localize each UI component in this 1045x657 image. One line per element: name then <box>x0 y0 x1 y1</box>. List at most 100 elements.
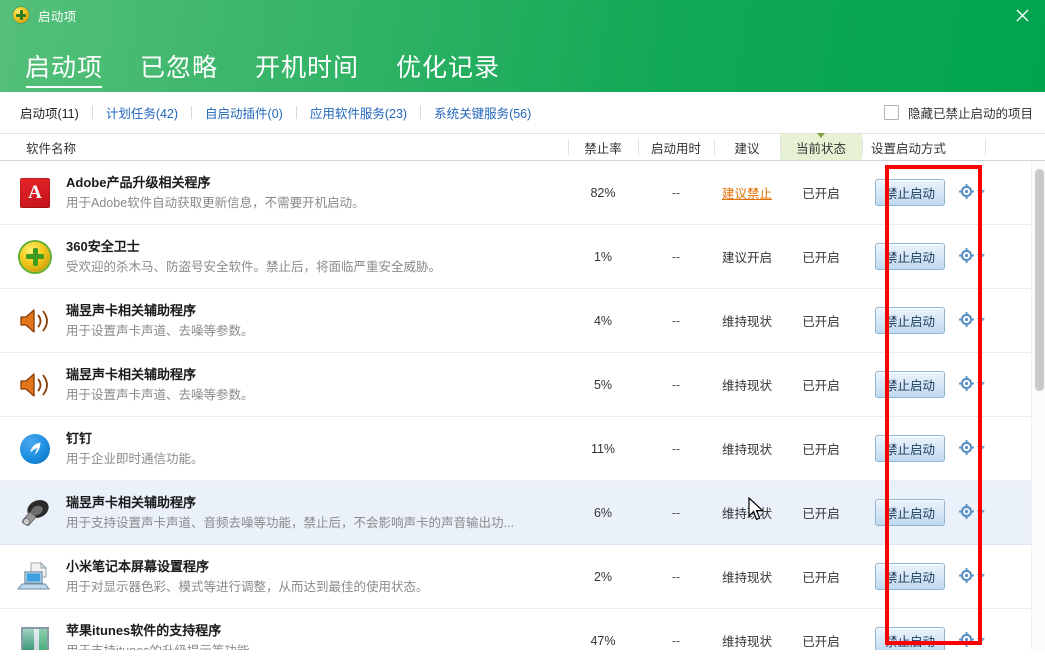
cell-software-name: 苹果itunes软件的支持程序用于支持itunes的升级提示等功能。 <box>0 621 568 651</box>
tab-startup-items[interactable]: 启动项 <box>25 56 103 92</box>
speaker-orange-icon <box>14 365 56 405</box>
cell-set-startup-mode: 禁止启动 <box>862 499 985 526</box>
software-description: 用于设置声卡声道、去噪等参数。 <box>66 386 254 404</box>
gear-icon[interactable] <box>959 504 974 522</box>
row-options-menu[interactable] <box>959 568 985 586</box>
ban-startup-button[interactable]: 禁止启动 <box>875 243 945 270</box>
table-header: 软件名称 禁止率 启动用时 建议 当前状态 设置启动方式 <box>0 133 1045 161</box>
row-options-menu[interactable] <box>959 632 985 650</box>
cell-software-name: 瑞昱声卡相关辅助程序用于设置声卡声道、去噪等参数。 <box>0 365 568 405</box>
subtab-app-services[interactable]: 应用软件服务(23) <box>297 103 420 122</box>
cell-current-status: 已开启 <box>780 183 862 202</box>
software-title: Adobe产品升级相关程序 <box>66 174 365 191</box>
column-header-status[interactable]: 当前状态 <box>780 134 862 160</box>
adobe-icon: A <box>14 173 56 213</box>
chevron-down-icon[interactable] <box>977 254 985 259</box>
software-title: 钉钉 <box>66 430 204 447</box>
ban-startup-button[interactable]: 禁止启动 <box>875 307 945 334</box>
main-tab-bar: 启动项 已忽略 开机时间 优化记录 <box>0 30 1045 92</box>
gear-icon[interactable] <box>959 184 974 202</box>
gear-icon[interactable] <box>959 376 974 394</box>
row-options-menu[interactable] <box>959 312 985 330</box>
gear-icon[interactable] <box>959 440 974 458</box>
ban-startup-button[interactable]: 禁止启动 <box>875 371 945 398</box>
column-header-start-time[interactable]: 启动用时 <box>638 134 714 160</box>
cell-current-status: 已开启 <box>780 503 862 522</box>
row-options-menu[interactable] <box>959 248 985 266</box>
subtab-autostart-plugins[interactable]: 自启动插件(0) <box>192 103 296 122</box>
gear-icon[interactable] <box>959 632 974 650</box>
ban-startup-button[interactable]: 禁止启动 <box>875 435 945 462</box>
column-header-ban-rate[interactable]: 禁止率 <box>568 134 638 160</box>
cell-ban-rate: 2% <box>568 570 638 584</box>
table-row[interactable]: 钉钉用于企业即时通信功能。11%--维持现状已开启禁止启动 <box>0 417 1045 481</box>
table-row[interactable]: 苹果itunes软件的支持程序用于支持itunes的升级提示等功能。47%--维… <box>0 609 1045 650</box>
tab-optimize-log[interactable]: 优化记录 <box>396 56 500 92</box>
sub-tab-bar: 启动项(11) 计划任务(42) 自启动插件(0) 应用软件服务(23) 系统关… <box>0 92 1045 133</box>
cell-advice[interactable]: 建议禁止 <box>714 183 780 202</box>
table-row[interactable]: 瑞昱声卡相关辅助程序用于设置声卡声道、去噪等参数。4%--维持现状已开启禁止启动 <box>0 289 1045 353</box>
column-header-advice[interactable]: 建议 <box>714 134 780 160</box>
tab-ignored[interactable]: 已忽略 <box>140 56 218 92</box>
software-title: 苹果itunes软件的支持程序 <box>66 622 262 639</box>
chevron-down-icon[interactable] <box>977 318 985 323</box>
row-options-menu[interactable] <box>959 440 985 458</box>
cell-current-status: 已开启 <box>780 311 862 330</box>
table-row[interactable]: 360安全卫士受欢迎的杀木马、防盗号安全软件。禁止后，将面临严重安全威胁。1%-… <box>0 225 1045 289</box>
ban-startup-button[interactable]: 禁止启动 <box>875 179 945 206</box>
chevron-down-icon[interactable] <box>977 446 985 451</box>
cell-current-status: 已开启 <box>780 375 862 394</box>
chevron-down-icon[interactable] <box>977 574 985 579</box>
chevron-down-icon[interactable] <box>977 510 985 515</box>
cell-advice: 维持现状 <box>714 567 780 586</box>
window-header: 启动项 启动项 已忽略 开机时间 优化记录 <box>0 0 1045 92</box>
gear-icon[interactable] <box>959 312 974 330</box>
subtab-startup-items[interactable]: 启动项(11) <box>18 103 92 122</box>
scrollbar-thumb[interactable] <box>1035 169 1044 391</box>
hide-disabled-checkbox[interactable] <box>884 105 899 120</box>
vertical-scrollbar[interactable] <box>1031 161 1045 650</box>
hide-disabled-toggle[interactable]: 隐藏已禁止启动的项目 <box>884 103 1033 122</box>
cell-set-startup-mode: 禁止启动 <box>862 307 985 334</box>
cell-start-time: -- <box>638 378 714 392</box>
software-title: 小米笔记本屏幕设置程序 <box>66 558 429 575</box>
software-description: 用于企业即时通信功能。 <box>66 450 204 468</box>
cell-start-time: -- <box>638 250 714 264</box>
ban-startup-button[interactable]: 禁止启动 <box>875 627 945 650</box>
subtab-scheduled-tasks[interactable]: 计划任务(42) <box>93 103 191 122</box>
cell-start-time: -- <box>638 570 714 584</box>
chevron-down-icon[interactable] <box>977 190 985 195</box>
tab-boot-time[interactable]: 开机时间 <box>255 56 359 92</box>
cell-ban-rate: 82% <box>568 186 638 200</box>
app-logo-icon <box>13 7 29 23</box>
software-title: 360安全卫士 <box>66 238 441 255</box>
table-row[interactable]: 小米笔记本屏幕设置程序用于对显示器色彩、模式等进行调整，从而达到最佳的使用状态。… <box>0 545 1045 609</box>
subtab-system-services[interactable]: 系统关键服务(56) <box>421 103 544 122</box>
row-options-menu[interactable] <box>959 376 985 394</box>
software-description: 用于对显示器色彩、模式等进行调整，从而达到最佳的使用状态。 <box>66 578 429 596</box>
row-options-menu[interactable] <box>959 184 985 202</box>
cell-software-name: 小米笔记本屏幕设置程序用于对显示器色彩、模式等进行调整，从而达到最佳的使用状态。 <box>0 557 568 597</box>
cell-start-time: -- <box>638 506 714 520</box>
close-icon[interactable] <box>999 0 1045 30</box>
cell-set-startup-mode: 禁止启动 <box>862 563 985 590</box>
table-row[interactable]: 瑞昱声卡相关辅助程序用于设置声卡声道、去噪等参数。5%--维持现状已开启禁止启动 <box>0 353 1045 417</box>
ban-startup-button[interactable]: 禁止启动 <box>875 563 945 590</box>
table-row[interactable]: A Adobe产品升级相关程序用于Adobe软件自动获取更新信息，不需要开机启动。… <box>0 161 1045 225</box>
software-text-block: Adobe产品升级相关程序用于Adobe软件自动获取更新信息，不需要开机启动。 <box>66 174 365 212</box>
speaker-orange-icon <box>14 301 56 341</box>
cell-software-name: 瑞昱声卡相关辅助程序用于设置声卡声道、去噪等参数。 <box>0 301 568 341</box>
cell-advice: 维持现状 <box>714 631 780 650</box>
table-row[interactable]: 瑞昱声卡相关辅助程序用于支持设置声卡声道、音频去噪等功能，禁止后，不会影响声卡的… <box>0 481 1045 545</box>
row-options-menu[interactable] <box>959 504 985 522</box>
cell-advice: 维持现状 <box>714 439 780 458</box>
column-header-spacer <box>985 134 1045 160</box>
cell-ban-rate: 1% <box>568 250 638 264</box>
gear-icon[interactable] <box>959 568 974 586</box>
gear-icon[interactable] <box>959 248 974 266</box>
column-header-name[interactable]: 软件名称 <box>0 134 568 160</box>
chevron-down-icon[interactable] <box>977 638 985 643</box>
ban-startup-button[interactable]: 禁止启动 <box>875 499 945 526</box>
chevron-down-icon[interactable] <box>977 382 985 387</box>
column-header-set-mode[interactable]: 设置启动方式 <box>862 134 985 160</box>
